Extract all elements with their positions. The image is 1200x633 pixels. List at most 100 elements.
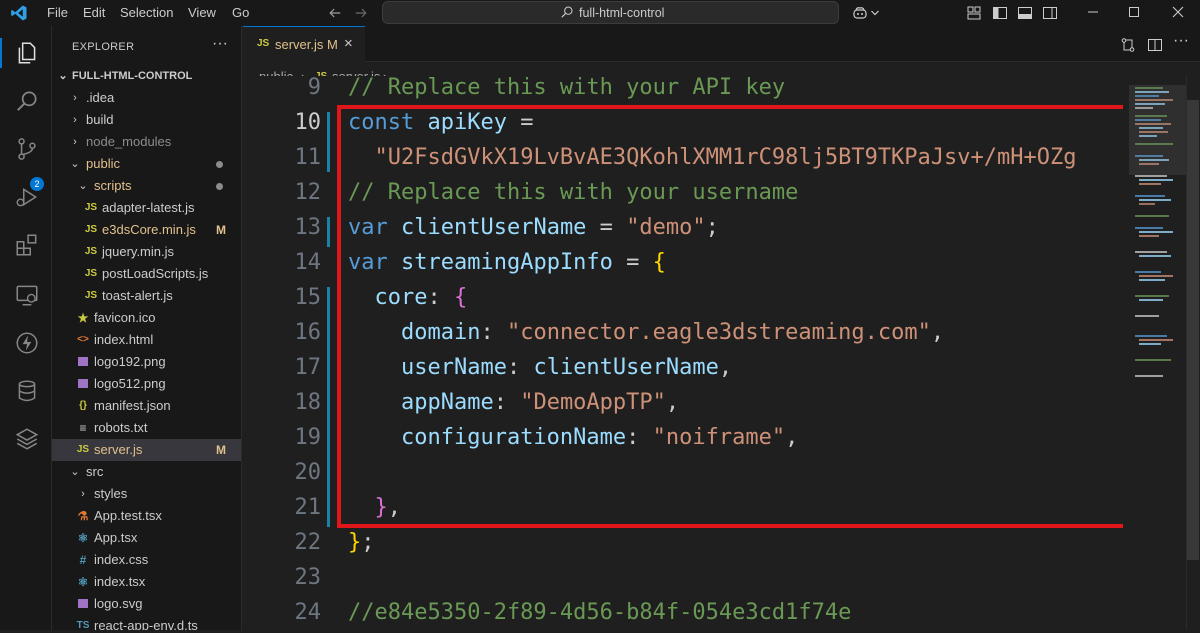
source-control-icon[interactable] bbox=[14, 136, 40, 162]
explorer-more-actions-icon[interactable]: ··· bbox=[212, 35, 228, 53]
js-file-icon: JS bbox=[84, 202, 98, 213]
command-center-search[interactable]: full-html-control bbox=[382, 1, 839, 24]
star-icon: ★ bbox=[77, 311, 89, 325]
test-file-icon: ⚗ bbox=[77, 509, 89, 523]
copilot-icon[interactable] bbox=[852, 5, 868, 21]
layers-icon[interactable] bbox=[14, 426, 40, 452]
line-number: 13 bbox=[294, 215, 322, 240]
js-file-icon: JS bbox=[84, 290, 98, 301]
tree-item-scripts[interactable]: ⌄ scripts bbox=[52, 175, 241, 197]
menu-edit[interactable]: Edit bbox=[83, 5, 105, 20]
line-number: 17 bbox=[294, 355, 322, 380]
tree-item-react-app-env[interactable]: TS react-app-env.d.ts bbox=[52, 615, 241, 630]
line-number: 11 bbox=[294, 145, 322, 170]
workspace-root[interactable]: ⌄ FULL-HTML-CONTROL bbox=[52, 65, 241, 87]
tree-item-server-js[interactable]: JS server.js M bbox=[52, 439, 241, 461]
activity-bar: 2 bbox=[0, 26, 52, 630]
run-and-debug-icon[interactable] bbox=[14, 184, 40, 210]
forward-arrow-icon[interactable] bbox=[354, 6, 368, 20]
image-file-icon bbox=[76, 351, 90, 375]
toggle-primary-sidebar-icon[interactable] bbox=[992, 5, 1008, 21]
tree-item-node-modules[interactable]: › node_modules bbox=[52, 131, 241, 153]
modified-dot bbox=[216, 183, 223, 190]
scrollbar-thumb[interactable] bbox=[1187, 100, 1199, 560]
js-file-icon: JS bbox=[257, 38, 270, 49]
back-arrow-icon[interactable] bbox=[328, 6, 342, 20]
react-file-icon: ⚛ bbox=[77, 575, 89, 589]
close-tab-icon[interactable]: × bbox=[344, 35, 353, 52]
toggle-panel-icon[interactable] bbox=[1017, 5, 1033, 21]
customize-layout-icon[interactable] bbox=[966, 5, 982, 21]
css-file-icon: # bbox=[79, 553, 87, 567]
code-line-9: // Replace this with your API key bbox=[348, 76, 786, 100]
line-number: 15 bbox=[294, 285, 322, 310]
tree-item-public[interactable]: ⌄ public bbox=[52, 153, 241, 175]
tree-item-app-test[interactable]: ⚗ App.test.tsx bbox=[52, 505, 241, 527]
tree-item-jquery[interactable]: JS jquery.min.js bbox=[52, 241, 241, 263]
tree-item-logo512[interactable]: logo512.png bbox=[52, 373, 241, 397]
tree-item-favicon[interactable]: ★ favicon.ico bbox=[52, 307, 241, 329]
gutter-modified-marker bbox=[327, 217, 330, 247]
html-file-icon: <> bbox=[77, 334, 89, 345]
tree-item-e3dscore[interactable]: JS e3dsCore.min.js M bbox=[52, 219, 241, 241]
tree-item-logo192[interactable]: logo192.png bbox=[52, 351, 241, 375]
tree-item-src[interactable]: ⌄ src bbox=[52, 461, 241, 483]
line-number: 16 bbox=[294, 320, 322, 345]
line-number: 21 bbox=[294, 495, 322, 520]
tree-item-robots[interactable]: ≡ robots.txt bbox=[52, 417, 241, 439]
line-number: 14 bbox=[294, 250, 322, 275]
image-file-icon bbox=[76, 373, 90, 397]
tree-item-index-tsx[interactable]: ⚛ index.tsx bbox=[52, 571, 241, 593]
menu-selection[interactable]: Selection bbox=[120, 5, 173, 20]
modified-status: M bbox=[216, 223, 226, 237]
search-view-icon[interactable] bbox=[14, 88, 40, 114]
code-line-24: //e84e5350-2f89-4d56-b84f-054e3cd1f74e bbox=[348, 600, 852, 625]
tree-item-adapter-latest[interactable]: JS adapter-latest.js bbox=[52, 197, 241, 219]
tab-modified-status: M bbox=[327, 37, 338, 52]
remote-explorer-icon[interactable] bbox=[14, 282, 40, 308]
menu-view[interactable]: View bbox=[188, 5, 216, 20]
line-number: 18 bbox=[294, 390, 322, 415]
extensions-icon[interactable] bbox=[14, 232, 40, 258]
vscode-logo-icon bbox=[11, 5, 27, 21]
tree-item-styles[interactable]: › styles bbox=[52, 483, 241, 505]
chevron-down-icon: ⌄ bbox=[78, 180, 88, 192]
tree-item-toast-alert[interactable]: JS toast-alert.js bbox=[52, 285, 241, 307]
tree-item-manifest[interactable]: {} manifest.json bbox=[52, 395, 241, 417]
menu-go[interactable]: Go bbox=[232, 5, 249, 20]
split-editor-icon[interactable] bbox=[1147, 37, 1163, 53]
line-number: 22 bbox=[294, 530, 322, 555]
text-file-icon: ≡ bbox=[79, 421, 87, 435]
tree-item-logo-svg[interactable]: logo.svg bbox=[52, 593, 241, 615]
line-number: 12 bbox=[294, 180, 322, 205]
database-icon[interactable] bbox=[14, 378, 40, 404]
tree-item-build[interactable]: › build bbox=[52, 109, 241, 131]
maximize-icon[interactable] bbox=[1126, 4, 1142, 20]
tab-server-js[interactable]: JS server.js M × bbox=[243, 26, 365, 62]
tab-label: server.js bbox=[275, 37, 324, 52]
minimize-icon[interactable] bbox=[1085, 4, 1101, 20]
search-icon bbox=[561, 6, 573, 18]
more-actions-icon[interactable]: ··· bbox=[1173, 32, 1189, 50]
toggle-secondary-sidebar-icon[interactable] bbox=[1042, 5, 1058, 21]
minimap-slider[interactable] bbox=[1129, 85, 1186, 175]
tree-item-idea[interactable]: › .idea bbox=[52, 87, 241, 109]
explorer-title: EXPLORER bbox=[72, 41, 135, 53]
lightning-icon[interactable] bbox=[14, 330, 40, 356]
js-file-icon: JS bbox=[76, 444, 90, 455]
ts-file-icon: TS bbox=[76, 620, 90, 630]
explorer-files-icon[interactable] bbox=[14, 40, 40, 66]
tree-item-index-css[interactable]: # index.css bbox=[52, 549, 241, 571]
tree-item-app-tsx[interactable]: ⚛ App.tsx bbox=[52, 527, 241, 549]
tree-item-index-html[interactable]: <> index.html bbox=[52, 329, 241, 351]
code-line-22: }; bbox=[348, 530, 375, 555]
chevron-right-icon: › bbox=[73, 136, 77, 148]
chevron-down-icon: ⌄ bbox=[58, 70, 68, 82]
tree-item-postloadscripts[interactable]: JS postLoadScripts.js bbox=[52, 263, 241, 285]
open-changes-icon[interactable] bbox=[1120, 37, 1136, 53]
chevron-down-icon: ⌄ bbox=[70, 466, 80, 478]
title-bar: File Edit Selection View Go full-html-co… bbox=[0, 0, 1200, 26]
menu-file[interactable]: File bbox=[47, 5, 68, 20]
close-window-icon[interactable] bbox=[1170, 4, 1186, 20]
chevron-down-icon[interactable] bbox=[870, 5, 880, 21]
